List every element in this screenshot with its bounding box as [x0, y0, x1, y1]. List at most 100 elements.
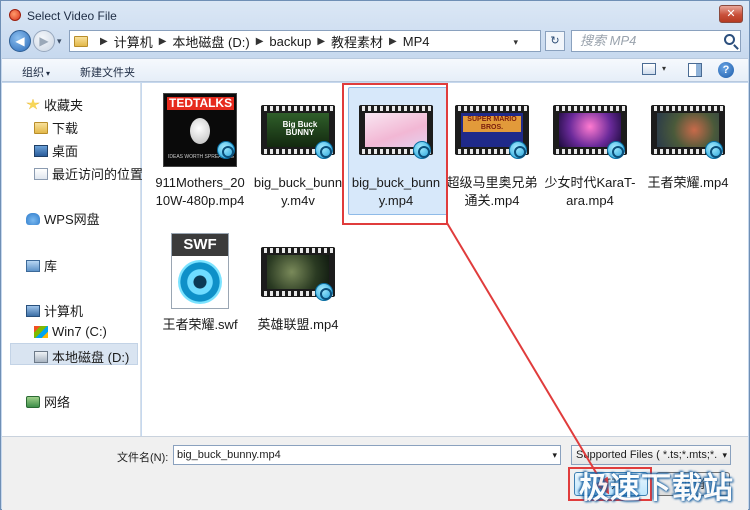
view-dropdown-icon[interactable]: ▾ [662, 64, 666, 73]
network-icon [26, 395, 40, 408]
filename-value: big_buck_bunny.mp4 [177, 449, 281, 461]
sidebar-item-downloads[interactable]: 下载 [34, 118, 78, 137]
preview-pane-icon[interactable] [688, 63, 702, 77]
video-thumbnail: Big Buck BUNNY [259, 91, 337, 169]
breadcrumb-computer[interactable]: 计算机 [114, 32, 153, 51]
toolbar: 组织 新建文件夹 ▾ ? [2, 58, 748, 82]
video-thumbnail [259, 233, 337, 311]
star-icon [26, 98, 40, 110]
search-input[interactable]: 搜索 MP4 [571, 30, 741, 52]
windows-drive-icon [34, 325, 48, 338]
filename-label: 文件名(N): [117, 452, 169, 464]
watermark-logo: 极速下载站 [579, 472, 734, 505]
organize-menu[interactable]: 组织 [22, 64, 50, 80]
file-list: TEDTALKS IDEAS WORTH SPREADING 911Mother… [142, 83, 748, 436]
breadcrumb-tutorial[interactable]: 教程素材 [331, 32, 383, 51]
sidebar-item-computer[interactable]: 计算机 [26, 301, 83, 320]
file-name: big_buck_bunny.m4v [253, 175, 343, 208]
sidebar-label: 下载 [52, 121, 79, 136]
file-item[interactable]: 少女时代KaraT-ara.mp4 [544, 91, 636, 210]
search-icon [724, 34, 735, 45]
thumbnail-text: TEDTALKS [167, 96, 235, 110]
swf-document-icon: SWF [161, 233, 239, 311]
view-icon[interactable] [642, 63, 656, 75]
sidebar-item-network[interactable]: 网络 [26, 392, 70, 411]
sidebar-label: WPS网盘 [44, 212, 100, 227]
file-type-select[interactable]: Supported Files ( *.ts;*.mts;*. ▾ [571, 445, 731, 465]
chevron-right-icon: ▶ [389, 35, 397, 47]
sidebar-label: 桌面 [52, 144, 79, 159]
file-item[interactable]: SUPER MARIO BROS. 超级马里奥兄弟通关.mp4 [446, 91, 538, 210]
media-player-badge-icon [217, 141, 235, 159]
search-button[interactable] [723, 30, 741, 52]
title-bar: Select Video File ✕ [1, 1, 749, 29]
sidebar-label: 库 [44, 259, 58, 274]
help-button[interactable]: ? [718, 62, 734, 78]
file-type-value: Supported Files ( *.ts;*.mts;*. [576, 449, 718, 461]
media-player-badge-icon [509, 141, 527, 159]
chevron-down-icon[interactable]: ▾ [552, 446, 557, 464]
library-icon [26, 259, 40, 272]
folder-icon [74, 35, 88, 47]
media-player-badge-icon [315, 141, 333, 159]
navigation-row: ◀ ▶ ▾ ▶ 计算机 ▶ 本地磁盘 (D:) ▶ backup ▶ 教程素材 … [1, 29, 749, 55]
new-folder-button[interactable]: 新建文件夹 [80, 64, 135, 80]
navigation-pane: 收藏夹 下载 桌面 最近访问的位置 WPS网盘 库 计算机 Win7 (C:) … [2, 83, 143, 436]
sidebar-label: 收藏夹 [44, 98, 84, 113]
sidebar-label: Win7 (C:) [52, 324, 107, 339]
video-thumbnail [649, 91, 727, 169]
sidebar-item-desktop[interactable]: 桌面 [34, 141, 78, 160]
file-item[interactable]: TEDTALKS IDEAS WORTH SPREADING 911Mother… [154, 91, 246, 210]
cloud-icon [26, 212, 40, 225]
chevron-right-icon: ▶ [158, 35, 167, 47]
recent-places-icon [34, 167, 48, 180]
file-name: 王者荣耀.swf [162, 317, 238, 332]
sidebar-label: 计算机 [44, 304, 84, 319]
media-player-badge-icon [315, 283, 333, 301]
thumbnail-text: SWF [172, 234, 228, 256]
breadcrumb-mp4[interactable]: MP4 [403, 34, 430, 49]
flash-disc-icon [178, 260, 222, 304]
recent-pages-dropdown[interactable]: ▾ [57, 36, 62, 47]
video-thumbnail: SUPER MARIO BROS. [453, 91, 531, 169]
app-icon [9, 9, 21, 21]
forward-button[interactable]: ▶ [33, 30, 55, 52]
breadcrumb-backup[interactable]: backup [269, 34, 311, 49]
drive-icon [34, 350, 48, 363]
sidebar-item-recent[interactable]: 最近访问的位置 [34, 164, 143, 183]
refresh-button[interactable]: ↻ [545, 31, 565, 51]
thumbnail-text: SUPER MARIO BROS. [463, 116, 521, 132]
file-item[interactable]: Big Buck BUNNY big_buck_bunny.m4v [252, 91, 344, 210]
sidebar-item-wps[interactable]: WPS网盘 [26, 209, 100, 228]
computer-icon [26, 304, 40, 317]
chevron-right-icon: ▶ [255, 35, 264, 47]
back-button[interactable]: ◀ [9, 30, 31, 52]
close-button[interactable]: ✕ [719, 5, 743, 23]
filename-input[interactable]: big_buck_bunny.mp4 ▾ [173, 445, 561, 465]
file-name: 911Mothers_2010W-480p.mp4 [155, 175, 245, 208]
chevron-down-icon[interactable]: ▾ [722, 446, 727, 464]
file-item[interactable]: 王者荣耀.mp4 [642, 91, 734, 192]
video-thumbnail: TEDTALKS IDEAS WORTH SPREADING [161, 91, 239, 169]
folder-icon [34, 121, 48, 134]
video-thumbnail [551, 91, 629, 169]
sidebar-label: 网络 [44, 395, 71, 410]
sidebar-item-library[interactable]: 库 [26, 256, 57, 275]
breadcrumb-local-disk[interactable]: 本地磁盘 (D:) [172, 32, 249, 51]
sidebar-label: 最近访问的位置 [52, 167, 144, 182]
address-bar[interactable]: ▶ 计算机 ▶ 本地磁盘 (D:) ▶ backup ▶ 教程素材 ▶ MP4 … [69, 30, 541, 52]
sidebar-item-win7[interactable]: Win7 (C:) [34, 324, 107, 339]
file-item[interactable]: SWF 王者荣耀.swf [154, 233, 246, 334]
chevron-right-icon: ▶ [100, 35, 108, 47]
sidebar-label: 本地磁盘 (D:) [52, 350, 130, 365]
chevron-right-icon: ▶ [317, 35, 326, 47]
file-item[interactable]: 英雄联盟.mp4 [252, 233, 344, 334]
lightbulb-icon [190, 118, 210, 144]
window-title: Select Video File [27, 9, 117, 23]
sidebar-item-favorites[interactable]: 收藏夹 [26, 95, 83, 114]
media-player-badge-icon [705, 141, 723, 159]
sidebar-item-local-disk[interactable]: 本地磁盘 (D:) [34, 347, 129, 366]
chevron-down-icon[interactable]: ▾ [513, 37, 518, 48]
file-name: 英雄联盟.mp4 [257, 317, 339, 332]
highlight-box-file [342, 83, 448, 225]
